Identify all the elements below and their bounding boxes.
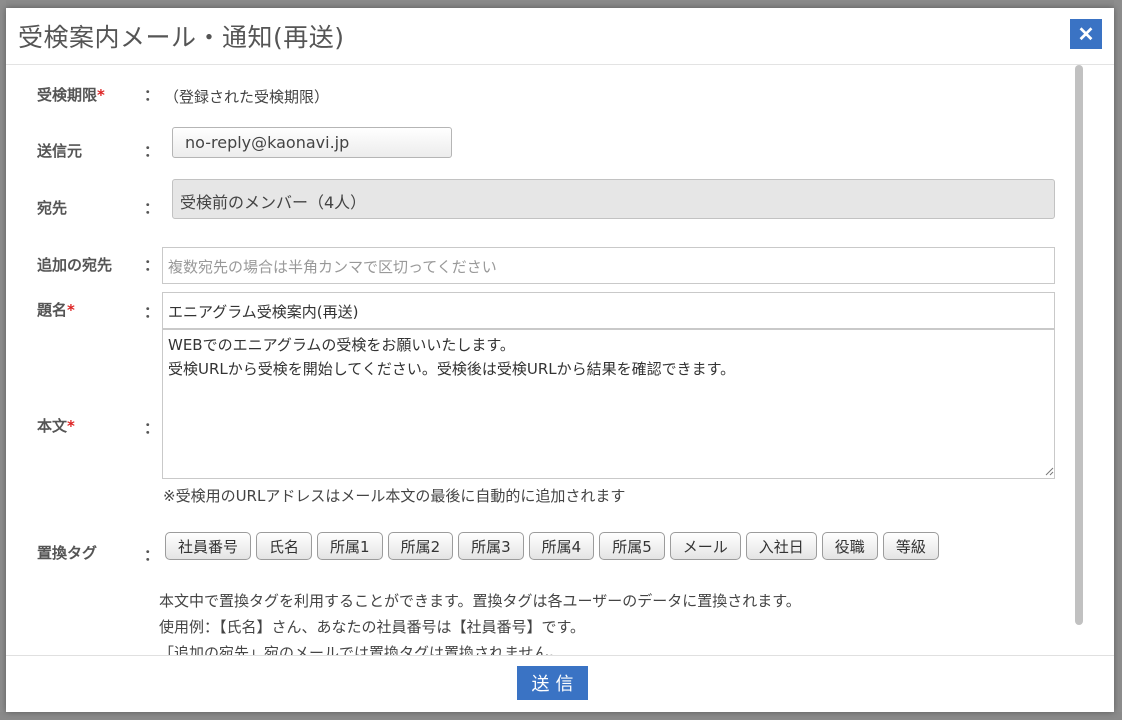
resize-handle-icon[interactable]	[1044, 466, 1054, 476]
tag-button-email[interactable]: メール	[669, 532, 741, 560]
help-text: 「追加の宛先」宛のメールでは置換タグは置換されません。	[159, 644, 564, 655]
colon: ：	[144, 303, 160, 321]
resend-mail-dialog: 受検案内メール・通知(再送) ✕ 受検期限* ： （登録された受検期限） 送信元…	[6, 8, 1114, 712]
tag-button-employee-number[interactable]: 社員番号	[165, 532, 252, 560]
scrollbar[interactable]	[1075, 65, 1083, 625]
required-mark: *	[67, 301, 75, 319]
subject-label: 題名*	[37, 301, 75, 319]
tag-button-dept2[interactable]: 所属2	[387, 532, 454, 560]
colon: ：	[144, 419, 160, 437]
deadline-value: （登録された受検期限）	[164, 88, 330, 106]
colon: ：	[144, 199, 160, 217]
body-label: 本文*	[37, 417, 75, 435]
body-textarea[interactable]: WEBでのエニアグラムの受検をお願いいたします。 受検URLから受検を開始してく…	[162, 329, 1055, 479]
deadline-label: 受検期限*	[37, 86, 105, 104]
tag-button-grade[interactable]: 等級	[882, 532, 939, 560]
tag-button-dept1[interactable]: 所属1	[317, 532, 383, 560]
tag-button-name[interactable]: 氏名	[256, 532, 313, 560]
required-mark: *	[97, 86, 105, 104]
dialog-body[interactable]: 受検期限* ： （登録された受検期限） 送信元 ： no-reply@kaona…	[6, 65, 1114, 655]
background-app	[0, 0, 1122, 8]
dialog-footer: 送信	[6, 655, 1114, 713]
body-line: 受検URLから受検を開始してください。受検後は受検URLから結果を確認できます。	[168, 360, 736, 378]
colon: ：	[144, 86, 160, 104]
tag-button-hire-date[interactable]: 入社日	[745, 532, 817, 560]
close-icon: ✕	[1077, 23, 1095, 46]
tag-button-dept3[interactable]: 所属3	[458, 532, 524, 560]
sender-select[interactable]: no-reply@kaonavi.jp	[172, 127, 452, 158]
colon: ：	[144, 142, 160, 160]
extra-recipient-input[interactable]: 複数宛先の場合は半角カンマで区切ってください	[162, 247, 1055, 284]
tag-button-group: 社員番号 氏名 所属1 所属2 所属3 所属4 所属5 メール 入社日 役職 等…	[165, 532, 939, 560]
recipient-label: 宛先	[37, 199, 68, 217]
tag-button-dept5[interactable]: 所属5	[599, 532, 665, 560]
close-button[interactable]: ✕	[1070, 19, 1102, 49]
url-note: ※受検用のURLアドレスはメール本文の最後に自動的に追加されます	[163, 487, 626, 505]
tag-button-dept4[interactable]: 所属4	[528, 532, 595, 560]
subject-input[interactable]: エニアグラム受検案内(再送)	[162, 292, 1055, 329]
extra-recipient-label: 追加の宛先	[37, 256, 113, 274]
body-line: WEBでのエニアグラムの受検をお願いいたします。	[168, 336, 515, 354]
dialog-title: 受検案内メール・通知(再送)	[18, 23, 345, 52]
help-text: 使用例：【氏名】さん、あなたの社員番号は【社員番号】です。	[159, 618, 586, 636]
required-mark: *	[67, 417, 75, 435]
tags-label: 置換タグ	[37, 544, 98, 562]
help-text: 本文中で置換タグを利用することができます。置換タグは各ユーザーのデータに置換され…	[159, 592, 801, 610]
recipient-field: 受検前のメンバー（4人）	[172, 179, 1055, 219]
send-button[interactable]: 送信	[517, 666, 588, 700]
background-bottom	[0, 712, 1122, 720]
colon: ：	[144, 546, 160, 564]
background-right	[1114, 0, 1122, 720]
tag-button-position[interactable]: 役職	[821, 532, 878, 560]
dialog-header: 受検案内メール・通知(再送) ✕	[6, 8, 1114, 65]
sender-label: 送信元	[37, 142, 83, 160]
colon: ：	[144, 256, 160, 274]
